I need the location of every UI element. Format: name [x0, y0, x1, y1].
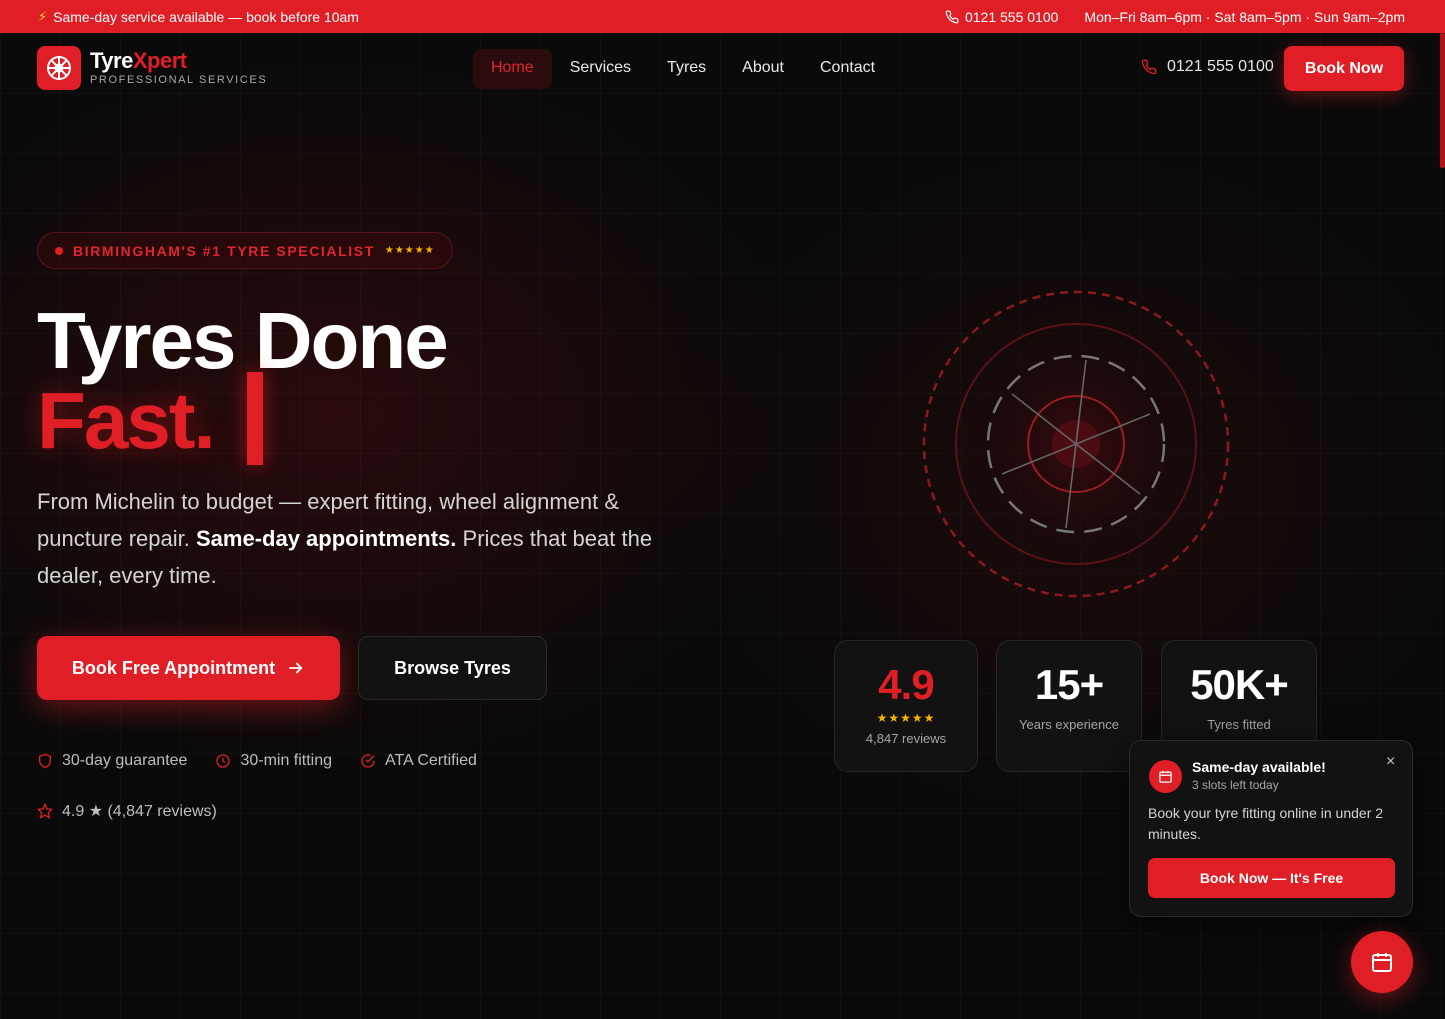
hero-description: From Michelin to budget — expert fitting… — [37, 489, 653, 588]
stat-stars: ★★★★★ — [876, 711, 936, 725]
opening-hours: Mon–Fri 8am–6pm · Sat 8am–5pm · Sun 9am–… — [1084, 8, 1405, 25]
trust-row: 30-day guarantee 30-min fitting ATA Cert… — [37, 752, 477, 770]
brand-name: TyreXpert — [90, 48, 187, 73]
stat-value: 4.9 — [878, 661, 934, 708]
stat-label: Tyres fitted — [1207, 717, 1271, 732]
tyre-logo-icon — [37, 46, 81, 90]
same-day-popup: Same-day available! 3 slots left today ×… — [1129, 740, 1413, 917]
nav-tyres[interactable]: Tyres — [649, 49, 724, 89]
trust-item: 30-min fitting — [215, 752, 332, 770]
star-outline-icon — [37, 803, 53, 819]
trust-item: ATA Certified — [360, 752, 477, 770]
announcement-text: Same-day service available — book before… — [53, 8, 359, 25]
main-navbar: TyreXpert PROFESSIONAL SERVICES Home Ser… — [0, 33, 1445, 103]
tyre-illustration — [922, 290, 1230, 598]
calendar-icon — [1149, 760, 1182, 793]
nav-home[interactable]: Home — [473, 49, 552, 89]
nav-services[interactable]: Services — [552, 49, 649, 89]
stat-label: 4,847 reviews — [865, 731, 947, 746]
topbar-phone-number: 0121 555 0100 — [964, 8, 1059, 25]
nav-about[interactable]: About — [724, 49, 802, 89]
book-now-button[interactable]: Book Now — [1284, 46, 1404, 91]
clock-icon — [216, 754, 231, 768]
hero-headline-accent: Fast. — [37, 376, 216, 465]
nav-phone-link[interactable]: 0121 555 0100 — [1141, 58, 1274, 76]
logo-link[interactable]: TyreXpert PROFESSIONAL SERVICES — [37, 46, 267, 90]
shield-icon — [39, 753, 51, 769]
close-icon[interactable]: × — [1386, 753, 1395, 771]
phone-icon — [1141, 59, 1157, 75]
badge-stars: ★★★★★ — [384, 245, 435, 256]
specialist-badge: BIRMINGHAM'S #1 TYRE SPECIALIST ★★★★★ — [37, 232, 453, 269]
nav-phone-number: 0121 555 0100 — [1167, 58, 1274, 75]
badge-text: BIRMINGHAM'S #1 TYRE SPECIALIST — [73, 242, 375, 259]
browse-tyres-button[interactable]: Browse Tyres — [358, 636, 547, 700]
popup-book-button[interactable]: Book Now — It's Free — [1148, 858, 1395, 898]
calendar-icon — [1372, 953, 1392, 972]
stat-card-experience: 15+ Years experience — [996, 640, 1142, 772]
book-appointment-button[interactable]: Book Free Appointment — [37, 636, 340, 700]
floating-booking-button[interactable] — [1351, 931, 1413, 993]
badge-dot — [55, 246, 63, 255]
popup-title: Same-day available! — [1192, 759, 1326, 775]
stat-value: 15+ — [1034, 661, 1104, 708]
rating-summary: 4.9 ★ (4,847 reviews) — [37, 801, 217, 821]
check-circle-icon — [361, 754, 375, 768]
nav-contact[interactable]: Contact — [802, 49, 893, 89]
arrow-right-icon — [289, 662, 303, 674]
brand-tagline: PROFESSIONAL SERVICES — [90, 74, 268, 86]
topbar-phone-link[interactable]: 0121 555 0100 — [945, 9, 1058, 25]
phone-icon — [945, 10, 959, 23]
popup-body: Book your tyre fitting online in under 2… — [1148, 805, 1384, 842]
typing-caret — [247, 372, 263, 465]
stat-value: 50K+ — [1190, 661, 1289, 708]
nav-links: Home Services Tyres About Contact — [473, 49, 893, 89]
announcement: ⚡ Same-day service available — book befo… — [38, 9, 359, 25]
stat-label: Years experience — [1019, 717, 1119, 732]
announcement-bar: ⚡ Same-day service available — book befo… — [0, 0, 1445, 33]
stat-card-rating: 4.9 ★★★★★ 4,847 reviews — [834, 640, 978, 772]
lightning-icon: ⚡ — [38, 8, 48, 24]
trust-item: 30-day guarantee — [37, 752, 187, 770]
hero-headline: Tyres Done — [37, 296, 449, 385]
popup-subtitle: 3 slots left today — [1192, 778, 1279, 792]
